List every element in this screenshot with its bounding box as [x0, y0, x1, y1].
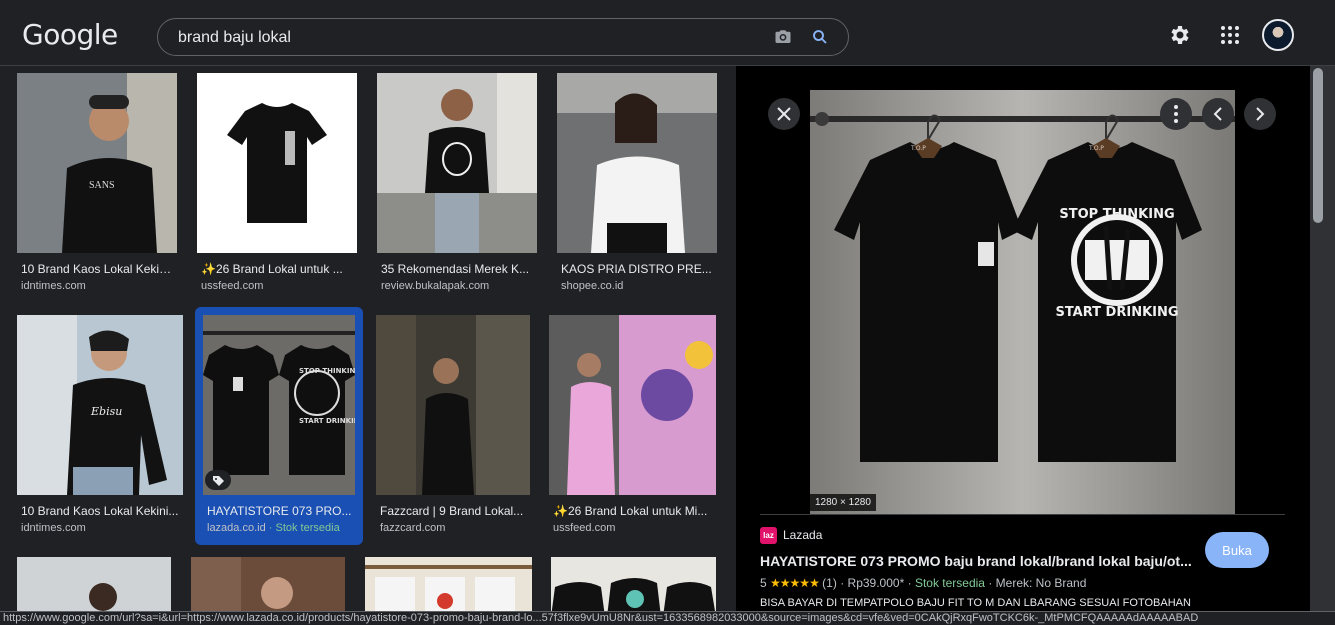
result-card[interactable]: KAOS PRIA DISTRO PRE... shopee.co.id [557, 73, 717, 303]
shirt-label-back: T.O.P [1088, 145, 1104, 152]
apps-grid-icon[interactable] [1219, 24, 1241, 46]
result-card[interactable]: ✨26 Brand Lokal untuk Mi... ussfeed.com [549, 315, 716, 545]
lazada-logo-icon: laz [760, 527, 777, 544]
result-title[interactable]: 10 Brand Kaos Lokal Kekini... [21, 262, 173, 276]
price: Rp39.000* [847, 576, 905, 590]
result-thumbnail[interactable] [191, 557, 345, 611]
result-title[interactable]: 10 Brand Kaos Lokal Kekini... [21, 504, 181, 518]
result-source: idntimes.com [21, 280, 86, 292]
stock-status: Stok tersedia [914, 576, 985, 590]
result-thumbnail[interactable] [549, 315, 716, 495]
result-source: lazada.co.id · Stok tersedia [207, 522, 340, 534]
result-card[interactable]: Ebisu 10 Brand Kaos Lokal Kekini... idnt… [17, 315, 183, 545]
svg-text:Ebisu: Ebisu [90, 405, 122, 418]
result-title[interactable]: ✨26 Brand Lokal untuk Mi... [553, 504, 713, 518]
result-card[interactable]: Fazzcard | 9 Brand Lokal... fazzcard.com [376, 315, 530, 545]
status-bar-url: https://www.google.com/url?sa=i&url=http… [0, 611, 1335, 625]
image-results-grid: SANS 10 Brand Kaos Lokal Kekini... idnti… [0, 66, 736, 611]
rating-value: 5 [760, 576, 767, 590]
result-thumbnail[interactable] [377, 73, 537, 253]
more-vert-icon [1174, 105, 1178, 123]
rating-stars-icon: ★★★★★ [770, 576, 820, 590]
stock-status: · Stok tersedia [265, 522, 340, 534]
brand: Merek: No Brand [995, 576, 1087, 590]
search-input[interactable]: brand baju lokal [178, 29, 291, 47]
result-source: idntimes.com [21, 522, 86, 534]
result-thumbnail[interactable]: Ebisu [17, 315, 183, 495]
header: Google brand baju lokal [0, 0, 1335, 66]
close-icon [777, 107, 791, 121]
divider [760, 514, 1285, 515]
result-title[interactable]: KAOS PRIA DISTRO PRE... [561, 262, 713, 276]
preview-title[interactable]: HAYATISTORE 073 PROMO baju brand lokal/b… [760, 553, 1192, 569]
close-button[interactable] [768, 98, 800, 130]
print-bottom-text: START DRINKING [1055, 305, 1178, 320]
more-options-button[interactable] [1160, 98, 1192, 130]
result-source: shopee.co.id [561, 280, 624, 292]
scrollbar-thumb[interactable] [1313, 68, 1323, 223]
svg-text:START DRINKING: START DRINKING [299, 417, 355, 425]
result-thumbnail[interactable] [376, 315, 530, 495]
result-title[interactable]: ✨26 Brand Lokal untuk ... [201, 262, 353, 276]
scrollbar[interactable] [1310, 66, 1335, 611]
result-source-domain: lazada.co.id [207, 522, 266, 534]
result-title[interactable]: HAYATISTORE 073 PRO... [207, 504, 359, 518]
rating-count: (1) [822, 576, 837, 590]
result-card[interactable]: SANS 10 Brand Kaos Lokal Kekini... idnti… [17, 73, 177, 303]
result-source: review.bukalapak.com [381, 280, 490, 292]
result-thumbnail[interactable]: SANS [17, 73, 177, 253]
result-source: ussfeed.com [201, 280, 264, 292]
result-title[interactable]: Fazzcard | 9 Brand Lokal... [380, 504, 528, 518]
preview-image[interactable]: T.O.P T.O.P STOP THINKING START DRINKING [810, 90, 1235, 515]
result-thumbnail[interactable] [557, 73, 717, 253]
open-button[interactable]: Buka [1205, 532, 1269, 568]
result-thumbnail[interactable] [197, 73, 357, 253]
google-logo[interactable]: Google [22, 18, 118, 51]
result-source: fazzcard.com [380, 522, 446, 534]
result-card[interactable]: 35 Rekomendasi Merek K... review.bukalap… [377, 73, 537, 303]
result-card-selected[interactable]: STOP THINKING START DRINKING HAYATISTORE … [195, 307, 363, 545]
source-site-name[interactable]: Lazada [783, 528, 822, 542]
search-box[interactable]: brand baju lokal [157, 18, 849, 56]
gear-icon[interactable] [1168, 23, 1192, 47]
image-dimensions: 1280 × 1280 [810, 494, 876, 511]
svg-text:STOP THINKING: STOP THINKING [299, 367, 355, 375]
shirt-label: T.O.P [910, 145, 926, 152]
preview-panel: T.O.P T.O.P STOP THINKING START DRINKING… [736, 66, 1310, 611]
next-button[interactable] [1244, 98, 1276, 130]
product-description: BISA BAYAR DI TEMPATPOLO BAJU FIT TO M D… [760, 597, 1191, 609]
result-source: ussfeed.com [553, 522, 616, 534]
chevron-left-icon [1213, 107, 1222, 121]
previous-button[interactable] [1202, 98, 1234, 130]
chevron-right-icon [1256, 107, 1265, 121]
result-thumbnail[interactable] [365, 557, 532, 611]
result-thumbnail[interactable] [551, 557, 716, 611]
camera-icon[interactable] [774, 28, 792, 46]
print-top-text: STOP THINKING [1059, 207, 1174, 222]
result-thumbnail[interactable]: STOP THINKING START DRINKING [203, 315, 355, 495]
search-icon[interactable] [811, 28, 829, 46]
product-meta: 5 ★★★★★ (1) · Rp39.000* · Stok tersedia … [760, 576, 1087, 590]
result-thumbnail[interactable] [17, 557, 171, 611]
result-card[interactable]: ✨26 Brand Lokal untuk ... ussfeed.com [197, 73, 357, 303]
tag-icon [205, 470, 231, 490]
result-title[interactable]: 35 Rekomendasi Merek K... [381, 262, 533, 276]
svg-text:SANS: SANS [89, 180, 115, 191]
account-avatar[interactable] [1262, 19, 1294, 51]
